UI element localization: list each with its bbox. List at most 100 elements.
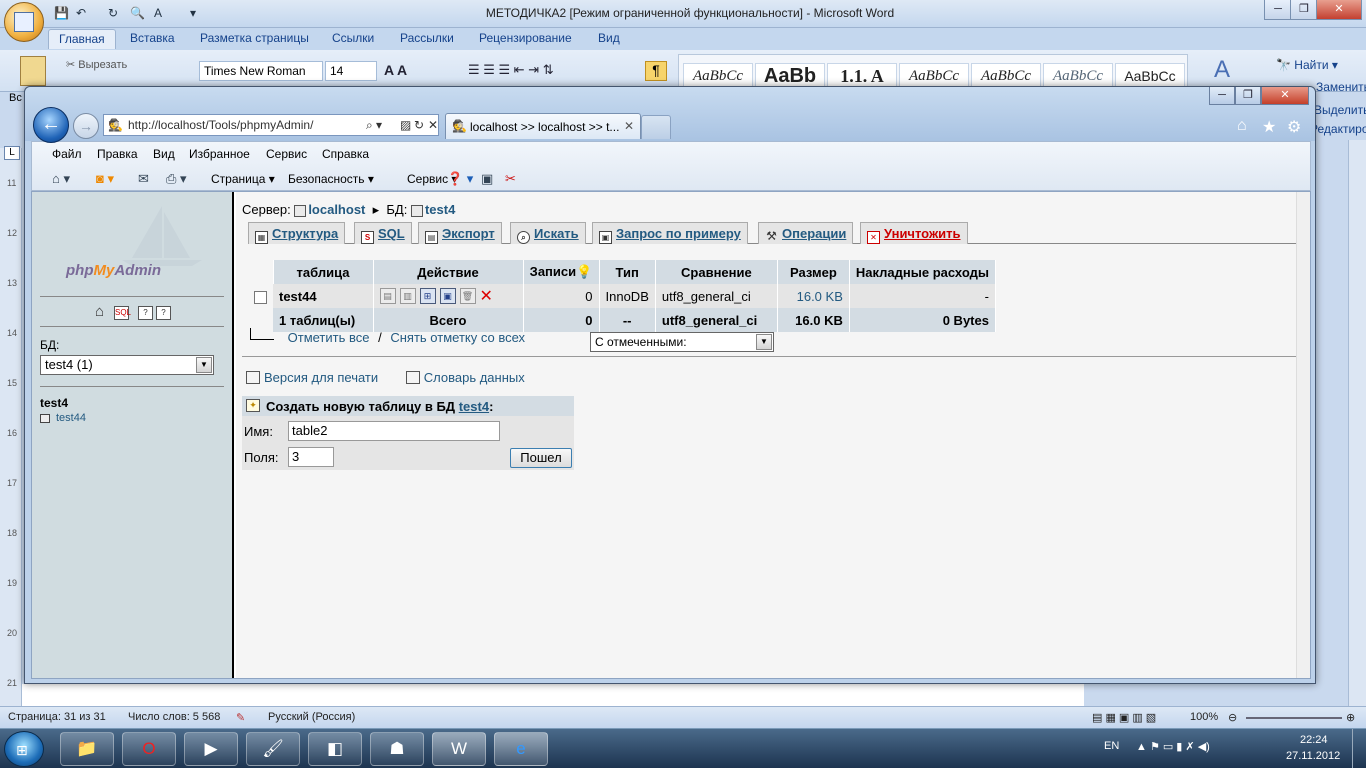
word-tab-view[interactable]: Вид (598, 31, 620, 45)
col-overhead[interactable]: Накладные расходы (849, 260, 996, 284)
tab-search[interactable]: ⌕ Искать (510, 222, 586, 244)
print-icon[interactable]: ⎙ ▾ (166, 171, 187, 187)
home-icon[interactable]: ⌂ (92, 304, 107, 320)
pma-logo[interactable]: phpMyAdmin (66, 262, 161, 279)
new-tab-button[interactable] (641, 115, 671, 139)
menu-file[interactable]: Файл (52, 147, 82, 161)
tab-export[interactable]: ▤ Экспорт (418, 222, 502, 244)
server-link[interactable]: localhost (308, 202, 365, 217)
word-close-button[interactable]: ✕ (1316, 0, 1362, 20)
ie-close-button[interactable]: ✕ (1261, 87, 1309, 105)
paint-taskbar-icon[interactable]: 🖌 (246, 732, 300, 766)
home-cmd-icon[interactable]: ⌂ ▾ (52, 171, 70, 187)
db-select[interactable]: test4 (1) ▼ (40, 355, 214, 375)
start-button[interactable]: ⊞ (4, 731, 44, 767)
check-all-link[interactable]: Отметить все (288, 330, 370, 345)
proofing-icon[interactable]: ✎ (236, 711, 245, 724)
grow-font-icon[interactable]: A A (384, 62, 407, 78)
uncheck-all-link[interactable]: Снять отметку со всех (390, 330, 525, 345)
tab-sql[interactable]: S SQL (354, 222, 412, 244)
customize-qat-icon[interactable]: ▾ (190, 6, 196, 22)
font-size-select[interactable]: 14 (325, 61, 377, 81)
back-button[interactable]: ← (33, 107, 69, 143)
replace-button[interactable]: Заменить (1316, 80, 1366, 94)
home-icon[interactable]: ⌂ (1237, 117, 1247, 135)
forward-button[interactable]: → (73, 113, 99, 139)
redo-icon[interactable]: ↻ (108, 6, 118, 22)
clock-date[interactable]: 27.11.2012 (1286, 750, 1340, 762)
word-tab-home[interactable]: Главная (48, 29, 116, 49)
col-records[interactable]: Записи💡 (523, 260, 600, 284)
go-button[interactable]: Пошел (510, 448, 572, 468)
show-marks-icon[interactable]: ¶ (645, 61, 667, 81)
tab-close-icon[interactable]: ✕ (624, 119, 634, 133)
zoom-in-icon[interactable]: ⊕ (1346, 711, 1355, 724)
data-dictionary-link[interactable]: Словарь данных (405, 370, 525, 385)
help-icon[interactable]: ❓ ▾ (447, 171, 473, 187)
stop-icon[interactable]: ✕ (428, 118, 438, 132)
drop-table-icon[interactable]: ✕ (480, 288, 493, 305)
opera-taskbar-icon[interactable]: O (122, 732, 176, 766)
explorer-taskbar-icon[interactable]: 📁 (60, 732, 114, 766)
tools-gear-icon[interactable]: ⚙ (1287, 117, 1301, 137)
insert-icon[interactable]: ▣ (439, 288, 456, 304)
word-tab-mailings[interactable]: Рассылки (400, 31, 454, 45)
input-language[interactable]: EN (1104, 740, 1119, 752)
word-tab-references[interactable]: Ссылки (332, 31, 374, 45)
menu-view[interactable]: Вид (153, 147, 175, 161)
with-selected-select[interactable]: С отмеченными: ▼ (590, 332, 774, 352)
ie-minimize-button[interactable]: ─ (1209, 87, 1235, 105)
feeds-icon[interactable]: ◙ ▾ (96, 171, 114, 187)
spelling-icon[interactable]: A (154, 6, 162, 22)
hint-bulb-icon[interactable]: 💡 (576, 264, 592, 279)
table-name-input[interactable]: table2 (288, 421, 500, 441)
col-type[interactable]: Тип (599, 260, 656, 284)
tab-operations[interactable]: ⚒ Операции (758, 222, 854, 244)
daemon-tools-taskbar-icon[interactable]: ◧ (308, 732, 362, 766)
safety-menu[interactable]: Безопасность ▾ (288, 172, 374, 186)
print-preview-icon[interactable]: 🔍 (130, 6, 145, 22)
android-taskbar-icon[interactable]: ☗ (370, 732, 424, 766)
office-button[interactable] (4, 2, 44, 42)
save-icon[interactable]: 💾 (54, 6, 69, 22)
find-button[interactable]: 🔭 Найти ▾ (1276, 58, 1338, 72)
view-buttons-icon[interactable]: ▤ ▦ ▣ ▥ ▧ (1092, 711, 1156, 724)
docs-icon[interactable]: ? (138, 306, 153, 320)
row-table-name[interactable]: test44 (273, 284, 374, 308)
zoom-slider[interactable] (1246, 717, 1342, 719)
zoom-out-icon[interactable]: ⊖ (1228, 711, 1237, 724)
left-table-link[interactable]: test44 (40, 412, 86, 424)
left-db-name[interactable]: test4 (40, 396, 68, 410)
content-scrollbar[interactable] (1296, 192, 1310, 678)
select-icon[interactable]: ▥ (399, 288, 416, 304)
ie-maximize-button[interactable]: ❐ (1235, 87, 1261, 105)
ie-taskbar-icon[interactable]: e (494, 732, 548, 766)
select-button[interactable]: Выделить (1314, 103, 1366, 117)
word-tab-insert[interactable]: Вставка (130, 31, 175, 45)
tab-structure[interactable]: ▦ Структура (248, 222, 346, 244)
paragraph-tools-icon[interactable]: ☰ ☰ ☰ ⇤ ⇥ ⇅ (468, 62, 554, 78)
print-view-link[interactable]: Версия для печати (246, 370, 378, 385)
col-collation[interactable]: Сравнение (655, 260, 778, 284)
compat-icon[interactable]: ▨ (400, 118, 411, 132)
word-tab-layout[interactable]: Разметка страницы (200, 31, 309, 45)
col-table[interactable]: таблица (273, 260, 374, 284)
refresh-icon[interactable]: ↻ (414, 118, 424, 132)
mail-icon[interactable]: ✉ (138, 171, 149, 187)
word-tab-review[interactable]: Рецензирование (479, 31, 572, 45)
word-maximize-button[interactable]: ❐ (1290, 0, 1318, 20)
row-checkbox[interactable] (254, 290, 267, 304)
paste-icon[interactable] (20, 56, 46, 86)
word-taskbar-icon[interactable]: W (432, 732, 486, 766)
structure-icon[interactable]: ⊞ (419, 288, 436, 304)
menu-help[interactable]: Справка (322, 147, 369, 161)
change-styles-icon[interactable]: A (1214, 56, 1230, 84)
cut-button[interactable]: ✂ Вырезать (66, 58, 127, 71)
page-menu[interactable]: Страница ▾ (211, 172, 275, 186)
word-minimize-button[interactable]: ─ (1264, 0, 1292, 20)
undo-icon[interactable]: ↶ (76, 6, 86, 22)
word-vertical-scrollbar[interactable] (1348, 140, 1366, 706)
mysql-docs-icon[interactable]: ? (156, 306, 171, 320)
word-count[interactable]: Число слов: 5 568 (128, 711, 220, 723)
tray-icons[interactable]: ▲ ⚑ ▭ ▮ ✗ ◀) (1136, 740, 1210, 753)
